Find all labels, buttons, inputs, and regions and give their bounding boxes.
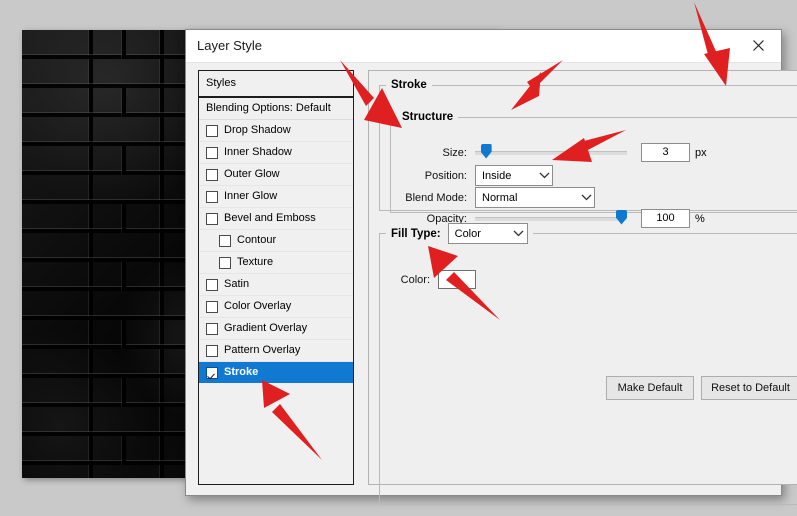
sidebar-item-label: Bevel and Emboss <box>224 212 316 224</box>
size-input[interactable]: 3 <box>641 143 690 162</box>
position-dropdown[interactable]: Inside <box>475 165 553 186</box>
stroke-settings-panel: Stroke Structure Size: 3 px Position: In… <box>368 70 797 505</box>
sidebar-item-label: Outer Glow <box>224 168 280 180</box>
checkbox[interactable] <box>206 366 218 379</box>
opacity-slider-track[interactable] <box>475 216 627 221</box>
fill-type-value: Color <box>454 227 481 240</box>
fill-type-label: Fill Type: <box>391 227 441 240</box>
stroke-group: Stroke Structure Size: 3 px Position: In… <box>379 79 797 228</box>
size-label: Size: <box>442 146 467 159</box>
chevron-down-icon[interactable] <box>578 188 594 207</box>
checkbox[interactable] <box>206 190 218 203</box>
fill-type-group: Fill Type: Color Color: <box>379 223 797 505</box>
checkbox[interactable] <box>206 146 218 159</box>
sidebar-item-outer-glow[interactable]: Outer Glow <box>199 164 353 186</box>
position-label: Position: <box>424 169 467 182</box>
sidebar-item-drop-shadow[interactable]: Drop Shadow <box>199 120 353 142</box>
sidebar-item-label: Satin <box>224 278 250 290</box>
fill-type-dropdown[interactable]: Color <box>447 223 528 244</box>
styles-list[interactable]: Styles Blending Options: Default Drop Sh… <box>198 70 354 485</box>
sidebar-item-label: Pattern Overlay <box>224 344 301 356</box>
dialog-title: Layer Style <box>197 38 263 53</box>
blend-mode-value: Normal <box>482 191 518 204</box>
size-slider-track[interactable] <box>475 150 627 155</box>
opacity-slider[interactable] <box>475 209 627 225</box>
sidebar-item-label: Stroke <box>224 366 259 378</box>
close-icon[interactable] <box>736 30 781 61</box>
sidebar-item-label: Inner Shadow <box>224 146 292 158</box>
checkbox[interactable] <box>219 234 231 247</box>
dialog-title-bar: Layer Style <box>186 30 781 63</box>
checkbox[interactable] <box>206 344 218 357</box>
sidebar-item-pattern-overlay[interactable]: Pattern Overlay <box>199 340 353 362</box>
color-label: Color: <box>400 273 430 286</box>
styles-list-items: Drop Shadow Inner Shadow Outer Glow Inner G… <box>199 120 353 383</box>
checkbox[interactable] <box>206 300 218 313</box>
styles-list-header: Styles <box>199 71 353 98</box>
size-slider[interactable] <box>475 143 627 159</box>
sidebar-item-label: Inner Glow <box>224 190 278 202</box>
blend-mode-dropdown[interactable]: Normal <box>475 187 595 208</box>
sidebar-item-gradient-overlay[interactable]: Gradient Overlay <box>199 318 353 340</box>
stroke-group-title: Stroke <box>391 79 427 91</box>
checkbox[interactable] <box>219 256 231 269</box>
reset-to-default-button[interactable]: Reset to Default <box>701 376 797 400</box>
chevron-down-icon[interactable] <box>536 166 552 185</box>
chevron-down-icon[interactable] <box>511 224 527 243</box>
checkbox[interactable] <box>206 278 218 291</box>
position-value: Inside <box>482 169 512 182</box>
sidebar-item-inner-shadow[interactable]: Inner Shadow <box>199 142 353 164</box>
sidebar-item-inner-glow[interactable]: Inner Glow <box>199 186 353 208</box>
sidebar-item-label: Texture <box>237 256 274 268</box>
sidebar-item-contour[interactable]: Contour <box>199 230 353 252</box>
sidebar-item-label: Drop Shadow <box>224 124 291 136</box>
sidebar-item-blending-options[interactable]: Blending Options: Default <box>199 98 353 120</box>
layer-style-dialog: Layer Style Styles Blending Options: Def… <box>185 29 797 505</box>
sidebar-item-color-overlay[interactable]: Color Overlay <box>199 296 353 318</box>
sidebar-item-bevel-and-emboss[interactable]: Bevel and Emboss <box>199 208 353 230</box>
structure-group-title: Structure <box>402 111 454 123</box>
sidebar-item-satin[interactable]: Satin <box>199 274 353 296</box>
size-unit-label: px <box>695 146 707 159</box>
sidebar-item-label: Gradient Overlay <box>224 322 308 334</box>
checkbox[interactable] <box>206 168 218 181</box>
sidebar-item-stroke[interactable]: Stroke <box>199 362 353 383</box>
make-default-button[interactable]: Make Default <box>606 376 694 400</box>
checkbox[interactable] <box>206 322 218 335</box>
fill-type-legend: Fill Type: Color <box>386 223 533 244</box>
checkbox[interactable] <box>206 212 218 225</box>
checkbox[interactable] <box>206 124 218 137</box>
size-slider-thumb[interactable] <box>480 143 492 159</box>
sidebar-item-texture[interactable]: Texture <box>199 252 353 274</box>
color-swatch[interactable] <box>438 270 476 289</box>
sidebar-item-label: Contour <box>237 234 277 246</box>
blend-mode-label: Blend Mode: <box>405 191 467 204</box>
sidebar-item-label: Color Overlay <box>224 300 292 312</box>
structure-group: Structure Size: 3 px Position: Inside Bl… <box>390 111 797 228</box>
